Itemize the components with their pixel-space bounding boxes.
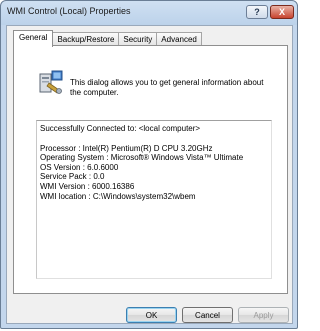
window-title: WMI Control (Local) Properties	[7, 6, 131, 16]
tab-advanced[interactable]: Advanced	[156, 32, 202, 46]
wmi-location-info: WMI location : C:\Windows\system32\wbem	[40, 191, 196, 201]
cancel-button[interactable]: Cancel	[182, 307, 233, 323]
dialog-client-area: General Backup/Restore Security Advanced…	[6, 25, 293, 324]
service-pack-info: Service Pack : 0.0	[40, 172, 105, 182]
tab-security[interactable]: Security	[118, 32, 158, 46]
intro-text: This dialog allows you to get general in…	[70, 78, 264, 97]
tab-backup-restore[interactable]: Backup/Restore	[52, 32, 120, 46]
ok-button[interactable]: OK	[126, 307, 177, 323]
wmi-computer-icon	[39, 70, 63, 94]
general-tab-panel: This dialog allows you to get general in…	[13, 45, 288, 294]
os-version-info: OS Version : 6.0.6000	[40, 162, 119, 172]
title-bar[interactable]: WMI Control (Local) Properties ? X	[1, 1, 297, 23]
connection-info-box: Successfully Connected to: <local comput…	[36, 120, 272, 279]
tab-strip: General Backup/Restore Security Advanced	[13, 30, 202, 47]
wmi-version-info: WMI Version : 6000.16386	[40, 181, 135, 191]
tab-general[interactable]: General	[13, 30, 54, 47]
close-button[interactable]: X	[270, 5, 294, 19]
properties-window: WMI Control (Local) Properties ? X Gener…	[0, 0, 298, 329]
connection-status: Successfully Connected to: <local comput…	[40, 124, 201, 133]
processor-info: Processor : Intel(R) Pentium(R) D CPU 3.…	[40, 143, 213, 153]
help-button[interactable]: ?	[246, 5, 268, 19]
apply-button[interactable]: Apply	[238, 307, 289, 323]
os-info: Operating System : Microsoft® Windows Vi…	[40, 153, 244, 163]
